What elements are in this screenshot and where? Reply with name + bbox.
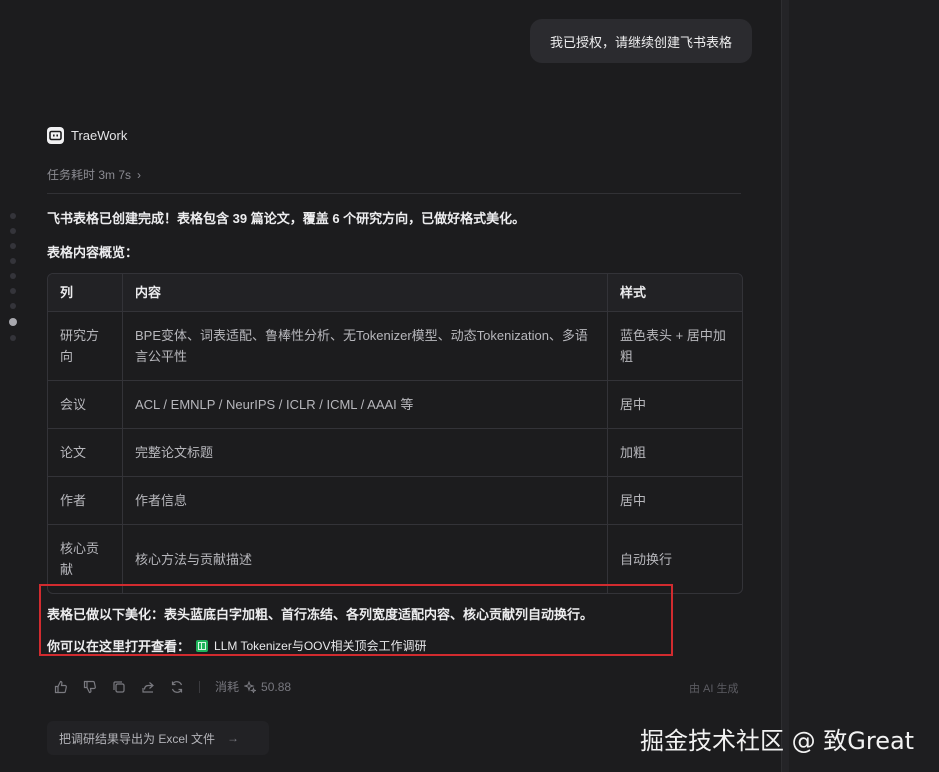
table-header-cell: 列 [48,274,123,311]
table-cell: 核心方法与贡献描述 [123,525,608,593]
overview-table: 列 内容 样式 研究方向 BPE变体、词表适配、鲁棒性分析、无Tokenizer… [47,273,743,594]
sheet-icon [196,639,209,652]
cost-label: 消耗 [215,680,240,694]
nav-dot-active[interactable] [9,318,17,326]
task-elapsed-label: 任务耗时 3m 7s [47,168,132,182]
table-row: 研究方向 BPE变体、词表适配、鲁棒性分析、无Tokenizer模型、动态Tok… [48,311,742,380]
table-cell: 论文 [48,429,123,476]
table-cell: 作者信息 [123,477,608,524]
regenerate-icon[interactable] [170,680,184,694]
nav-dot[interactable] [10,303,16,309]
sparkle-icon [244,680,257,693]
share-icon[interactable] [141,680,155,694]
suggestion-label: 把调研结果导出为 Excel 文件 [59,731,216,746]
table-cell: 完整论文标题 [123,429,608,476]
table-cell: 核心贡献 [48,525,123,593]
side-panel [789,0,939,772]
agent-header: TraeWork [47,127,127,144]
styling-note: 表格已做以下美化：表头蓝底白字加粗、首行冻结、各列宽度适配内容、核心贡献列自动换… [47,607,594,622]
nav-dot[interactable] [10,213,16,219]
table-cell: 会议 [48,381,123,428]
table-cell: 自动换行 [620,551,673,567]
overview-heading: 表格内容概览： [47,245,139,260]
arrow-right-icon: → [227,731,240,745]
table-cell: 居中 [620,493,647,508]
cost-indicator: 消耗 50.88 [215,678,291,695]
open-link-line: 你可以在这里打开查看： LLM Tokenizer与OOV相关顶会工作调研 [47,636,427,655]
panel-resize-handle[interactable] [781,0,789,772]
nav-dot[interactable] [10,335,16,341]
table-row: 会议 ACL / EMNLP / NeurIPS / ICLR / ICML /… [48,380,742,428]
conversation-nav-dots [9,213,17,350]
summary-prefix: 飞书表格已创建完成！表格包含 [47,211,233,226]
table-row: 作者 作者信息 居中 [48,476,742,524]
table-cell: BPE变体、词表适配、鲁棒性分析、无Tokenizer模型、动态Tokeniza… [123,312,608,380]
cost-value: 50.88 [261,679,292,694]
summary-text: 飞书表格已创建完成！表格包含 39 篇论文，覆盖 6 个研究方向，已做好格式美化… [47,208,525,227]
trae-logo-icon [47,127,64,144]
watermark-text: 掘金技术社区 @ 致Great [640,727,915,755]
table-cell: 研究方向 [48,312,123,380]
ai-generated-label: 由 AI 生成 [689,683,739,695]
nav-dot[interactable] [10,258,16,264]
table-cell: ACL / EMNLP / NeurIPS / ICLR / ICML / AA… [123,381,608,428]
table-cell: 蓝色表头 + 居中加粗 [620,328,726,364]
table-cell: 居中 [620,397,647,412]
open-label: 你可以在这里打开查看： [47,639,191,654]
chevron-right-icon: › [137,167,142,182]
thumbs-down-icon[interactable] [83,680,97,694]
paper-count: 39 篇论文 [232,211,290,226]
table-cell: 作者 [48,477,123,524]
thumbs-up-icon[interactable] [54,680,68,694]
nav-dot[interactable] [10,288,16,294]
nav-dot[interactable] [10,243,16,249]
doc-link[interactable]: LLM Tokenizer与OOV相关顶会工作调研 [214,637,427,654]
table-header-row: 列 内容 样式 [48,274,742,311]
task-elapsed-toggle[interactable]: 任务耗时 3m 7s › [47,166,141,183]
table-row: 论文 完整论文标题 加粗 [48,428,742,476]
suggestion-button[interactable]: 把调研结果导出为 Excel 文件 → [47,721,269,755]
agent-name: TraeWork [71,128,128,143]
nav-dot[interactable] [10,273,16,279]
message-actions: 消耗 50.88 [54,678,291,695]
table-header-cell: 内容 [123,274,608,311]
table-row: 核心贡献 核心方法与贡献描述 自动换行 [48,524,742,593]
divider [47,193,741,194]
copy-icon[interactable] [112,680,126,694]
table-header-cell: 样式 [620,285,647,300]
chat-panel: 我已授权，请继续创建飞书表格 TraeWork 任务耗时 3m 7s › 飞书表… [0,0,781,772]
summary-rest: ，覆盖 6 个研究方向，已做好格式美化。 [289,211,526,226]
separator [199,680,200,693]
table-cell: 加粗 [620,445,647,460]
nav-dot[interactable] [10,228,16,234]
user-message-bubble: 我已授权，请继续创建飞书表格 [530,19,752,63]
